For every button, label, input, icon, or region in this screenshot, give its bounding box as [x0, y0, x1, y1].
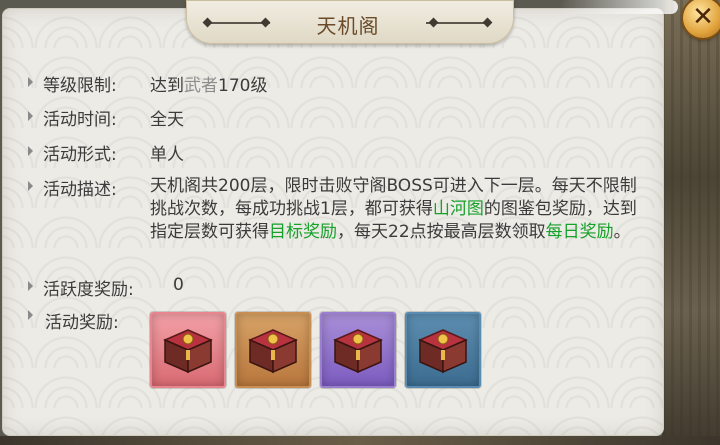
- treasure-chest-icon: [163, 329, 213, 374]
- bullet-arrow-icon: [28, 181, 33, 191]
- activity-points-label: 活跃度奖励:: [43, 280, 134, 300]
- reward-slot-red[interactable]: [150, 312, 226, 388]
- page-title: 天机阁: [316, 14, 380, 38]
- level-rank: 武者: [184, 76, 218, 96]
- background-floor: [0, 436, 720, 445]
- level-prefix: 达到: [150, 76, 184, 96]
- level-limit-label: 等级限制:: [43, 76, 117, 96]
- bullet-arrow-icon: [28, 111, 33, 121]
- bullet-arrow-icon: [28, 146, 33, 156]
- treasure-chest-icon: [418, 329, 468, 374]
- activity-points-value: 0: [173, 275, 184, 295]
- background-scenery: [662, 0, 720, 445]
- activity-form-label: 活动形式:: [43, 145, 117, 165]
- reward-slot-purple[interactable]: [320, 312, 396, 388]
- activity-description-label: 活动描述:: [43, 180, 117, 200]
- close-button[interactable]: ✕: [683, 0, 720, 38]
- activity-description-text: 天机阁共200层，限时击败守阁BOSS可进入下一层。每天不限制挑战次数，每成功挑…: [150, 175, 640, 244]
- activity-time-value: 全天: [150, 110, 184, 130]
- bullet-arrow-icon: [28, 310, 33, 320]
- activity-time-label: 活动时间:: [43, 110, 117, 130]
- description-text: ，每天22点按最高层数领取: [337, 222, 546, 242]
- reward-slot-orange[interactable]: [235, 312, 311, 388]
- treasure-chest-icon: [333, 329, 383, 374]
- highlight-daily-reward: 每日奖励: [545, 222, 614, 242]
- scroll-highlight: [560, 0, 678, 14]
- highlight-target-reward: 目标奖励: [269, 222, 337, 242]
- activity-form-value: 单人: [150, 145, 184, 165]
- activity-rewards-label: 活动奖励:: [45, 313, 119, 333]
- treasure-chest-icon: [248, 329, 298, 374]
- bullet-arrow-icon: [28, 77, 33, 87]
- highlight-shanhetu: 山河图: [432, 199, 484, 219]
- level-limit-value: 达到武者170级: [150, 71, 267, 96]
- bullet-arrow-icon: [28, 281, 33, 291]
- description-text: 。: [613, 222, 631, 242]
- close-icon: ✕: [692, 2, 714, 32]
- reward-slot-blue[interactable]: [405, 312, 481, 388]
- level-number: 170级: [218, 76, 268, 96]
